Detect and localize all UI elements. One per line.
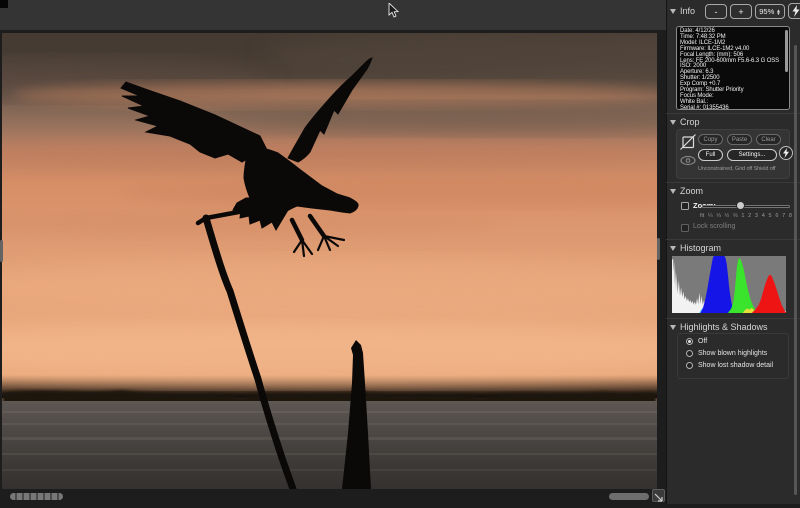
crop-full-button[interactable]: Full: [698, 149, 723, 161]
crop-clear-button[interactable]: Clear: [756, 134, 781, 145]
flash-tool-button[interactable]: [788, 3, 800, 19]
zoom-level-value: 95%: [759, 7, 774, 16]
crop-status-text: Unconstrained, Grid off Shield off: [698, 166, 790, 172]
tick-label: 4: [762, 213, 765, 219]
panel-title: Zoom: [680, 186, 703, 196]
button-label: Paste: [732, 137, 747, 143]
button-label: Full: [706, 152, 716, 158]
section-divider: [666, 113, 800, 114]
zoom-checkbox[interactable]: [681, 202, 689, 210]
exif-info-box: Date: 4/12/26 Time: 7:48:32 PM Model: IL…: [676, 26, 790, 110]
button-label: Settings...: [739, 152, 766, 158]
histogram-chart: [672, 256, 786, 313]
tick-label: ¼: [708, 213, 713, 219]
panel-header-info[interactable]: Info: [670, 6, 695, 16]
tick-label: 6: [775, 213, 778, 219]
panel-title: Info: [680, 6, 695, 16]
resize-grip[interactable]: [652, 489, 665, 502]
photo-water: [2, 401, 657, 489]
info-line: Serial #: 01355436: [680, 106, 786, 110]
lightning-icon: [782, 148, 790, 158]
tick-label: ⅓: [716, 213, 721, 219]
panel-header-zoom[interactable]: Zoom: [670, 186, 703, 196]
canvas-vscroll-left-thumb[interactable]: [0, 240, 3, 262]
panel-header-crop[interactable]: Crop: [670, 117, 700, 127]
radio-show-lost-shadow-detail[interactable]: Show lost shadow detail: [686, 362, 773, 369]
radio-off[interactable]: Off: [686, 338, 707, 345]
button-label: Clear: [761, 137, 775, 143]
top-toolbar: [0, 0, 666, 31]
button-label: Copy: [703, 137, 717, 143]
tick-label: 2: [748, 213, 751, 219]
crop-paste-button[interactable]: Paste: [727, 134, 752, 145]
collapse-triangle-icon: [670, 246, 676, 251]
section-divider: [666, 182, 800, 183]
tick-label: ⅔: [733, 213, 738, 219]
stepper-arrows-icon: ▲▼: [776, 9, 780, 15]
zoom-level-select[interactable]: 95% ▲▼: [755, 4, 785, 19]
crop-copy-button[interactable]: Copy: [698, 134, 723, 145]
collapse-triangle-icon: [670, 9, 676, 14]
section-divider: [666, 318, 800, 319]
zoom-out-label: -: [715, 7, 718, 17]
zoom-slider-thumb[interactable]: [736, 201, 745, 210]
radio-icon: [686, 350, 693, 357]
eye-visibility-icon[interactable]: [680, 155, 696, 166]
tick-label: fit: [700, 213, 704, 219]
radio-icon: [686, 338, 693, 345]
radio-show-blown-highlights[interactable]: Show blown highlights: [686, 350, 767, 357]
canvas-vscroll-right-thumb[interactable]: [657, 238, 660, 260]
collapse-triangle-icon: [670, 120, 676, 125]
tick-label: 1: [741, 213, 744, 219]
lock-scrolling-label: Lock scrolling: [693, 223, 735, 230]
panel-title: Crop: [680, 117, 700, 127]
mouse-cursor: [388, 3, 400, 19]
radio-label: Show blown highlights: [698, 350, 767, 357]
zoom-out-button[interactable]: -: [705, 4, 727, 19]
sidebar-scrollbar-thumb[interactable]: [794, 45, 797, 495]
window-corner-notch: [0, 0, 8, 8]
tick-label: 7: [782, 213, 785, 219]
tick-label: 8: [789, 213, 792, 219]
tick-label: ½: [725, 213, 730, 219]
tick-label: 3: [755, 213, 758, 219]
zoom-slider-ticks: fit ¼ ⅓ ½ ⅔ 1 2 3 4 5 6 7 8: [700, 213, 792, 219]
zoom-in-button[interactable]: +: [730, 4, 752, 19]
lightning-icon: [791, 5, 800, 17]
crop-settings-button[interactable]: Settings...: [727, 149, 777, 161]
canvas-hscroll-right-thumb[interactable]: [609, 493, 649, 500]
photo-sunset-bird: [2, 33, 657, 489]
zoom-in-label: +: [738, 7, 743, 17]
panel-title: Histogram: [680, 243, 721, 253]
zoom-slider-track[interactable]: [702, 205, 790, 208]
tick-label: 5: [769, 213, 772, 219]
crop-tool-icon[interactable]: [680, 134, 696, 150]
panel-header-histogram[interactable]: Histogram: [670, 243, 721, 253]
lock-scrolling-checkbox[interactable]: [681, 224, 689, 232]
collapse-triangle-icon: [670, 325, 676, 330]
canvas-hscroll-left-thumb[interactable]: [10, 493, 63, 500]
panel-header-highlights-shadows[interactable]: Highlights & Shadows: [670, 322, 768, 332]
panel-title: Highlights & Shadows: [680, 322, 768, 332]
section-divider: [666, 239, 800, 240]
radio-label: Show lost shadow detail: [698, 362, 773, 369]
info-scrollbar-thumb[interactable]: [785, 30, 788, 72]
radio-label: Off: [698, 338, 707, 345]
crop-flash-button[interactable]: [779, 146, 793, 160]
collapse-triangle-icon: [670, 189, 676, 194]
radio-icon: [686, 362, 693, 369]
